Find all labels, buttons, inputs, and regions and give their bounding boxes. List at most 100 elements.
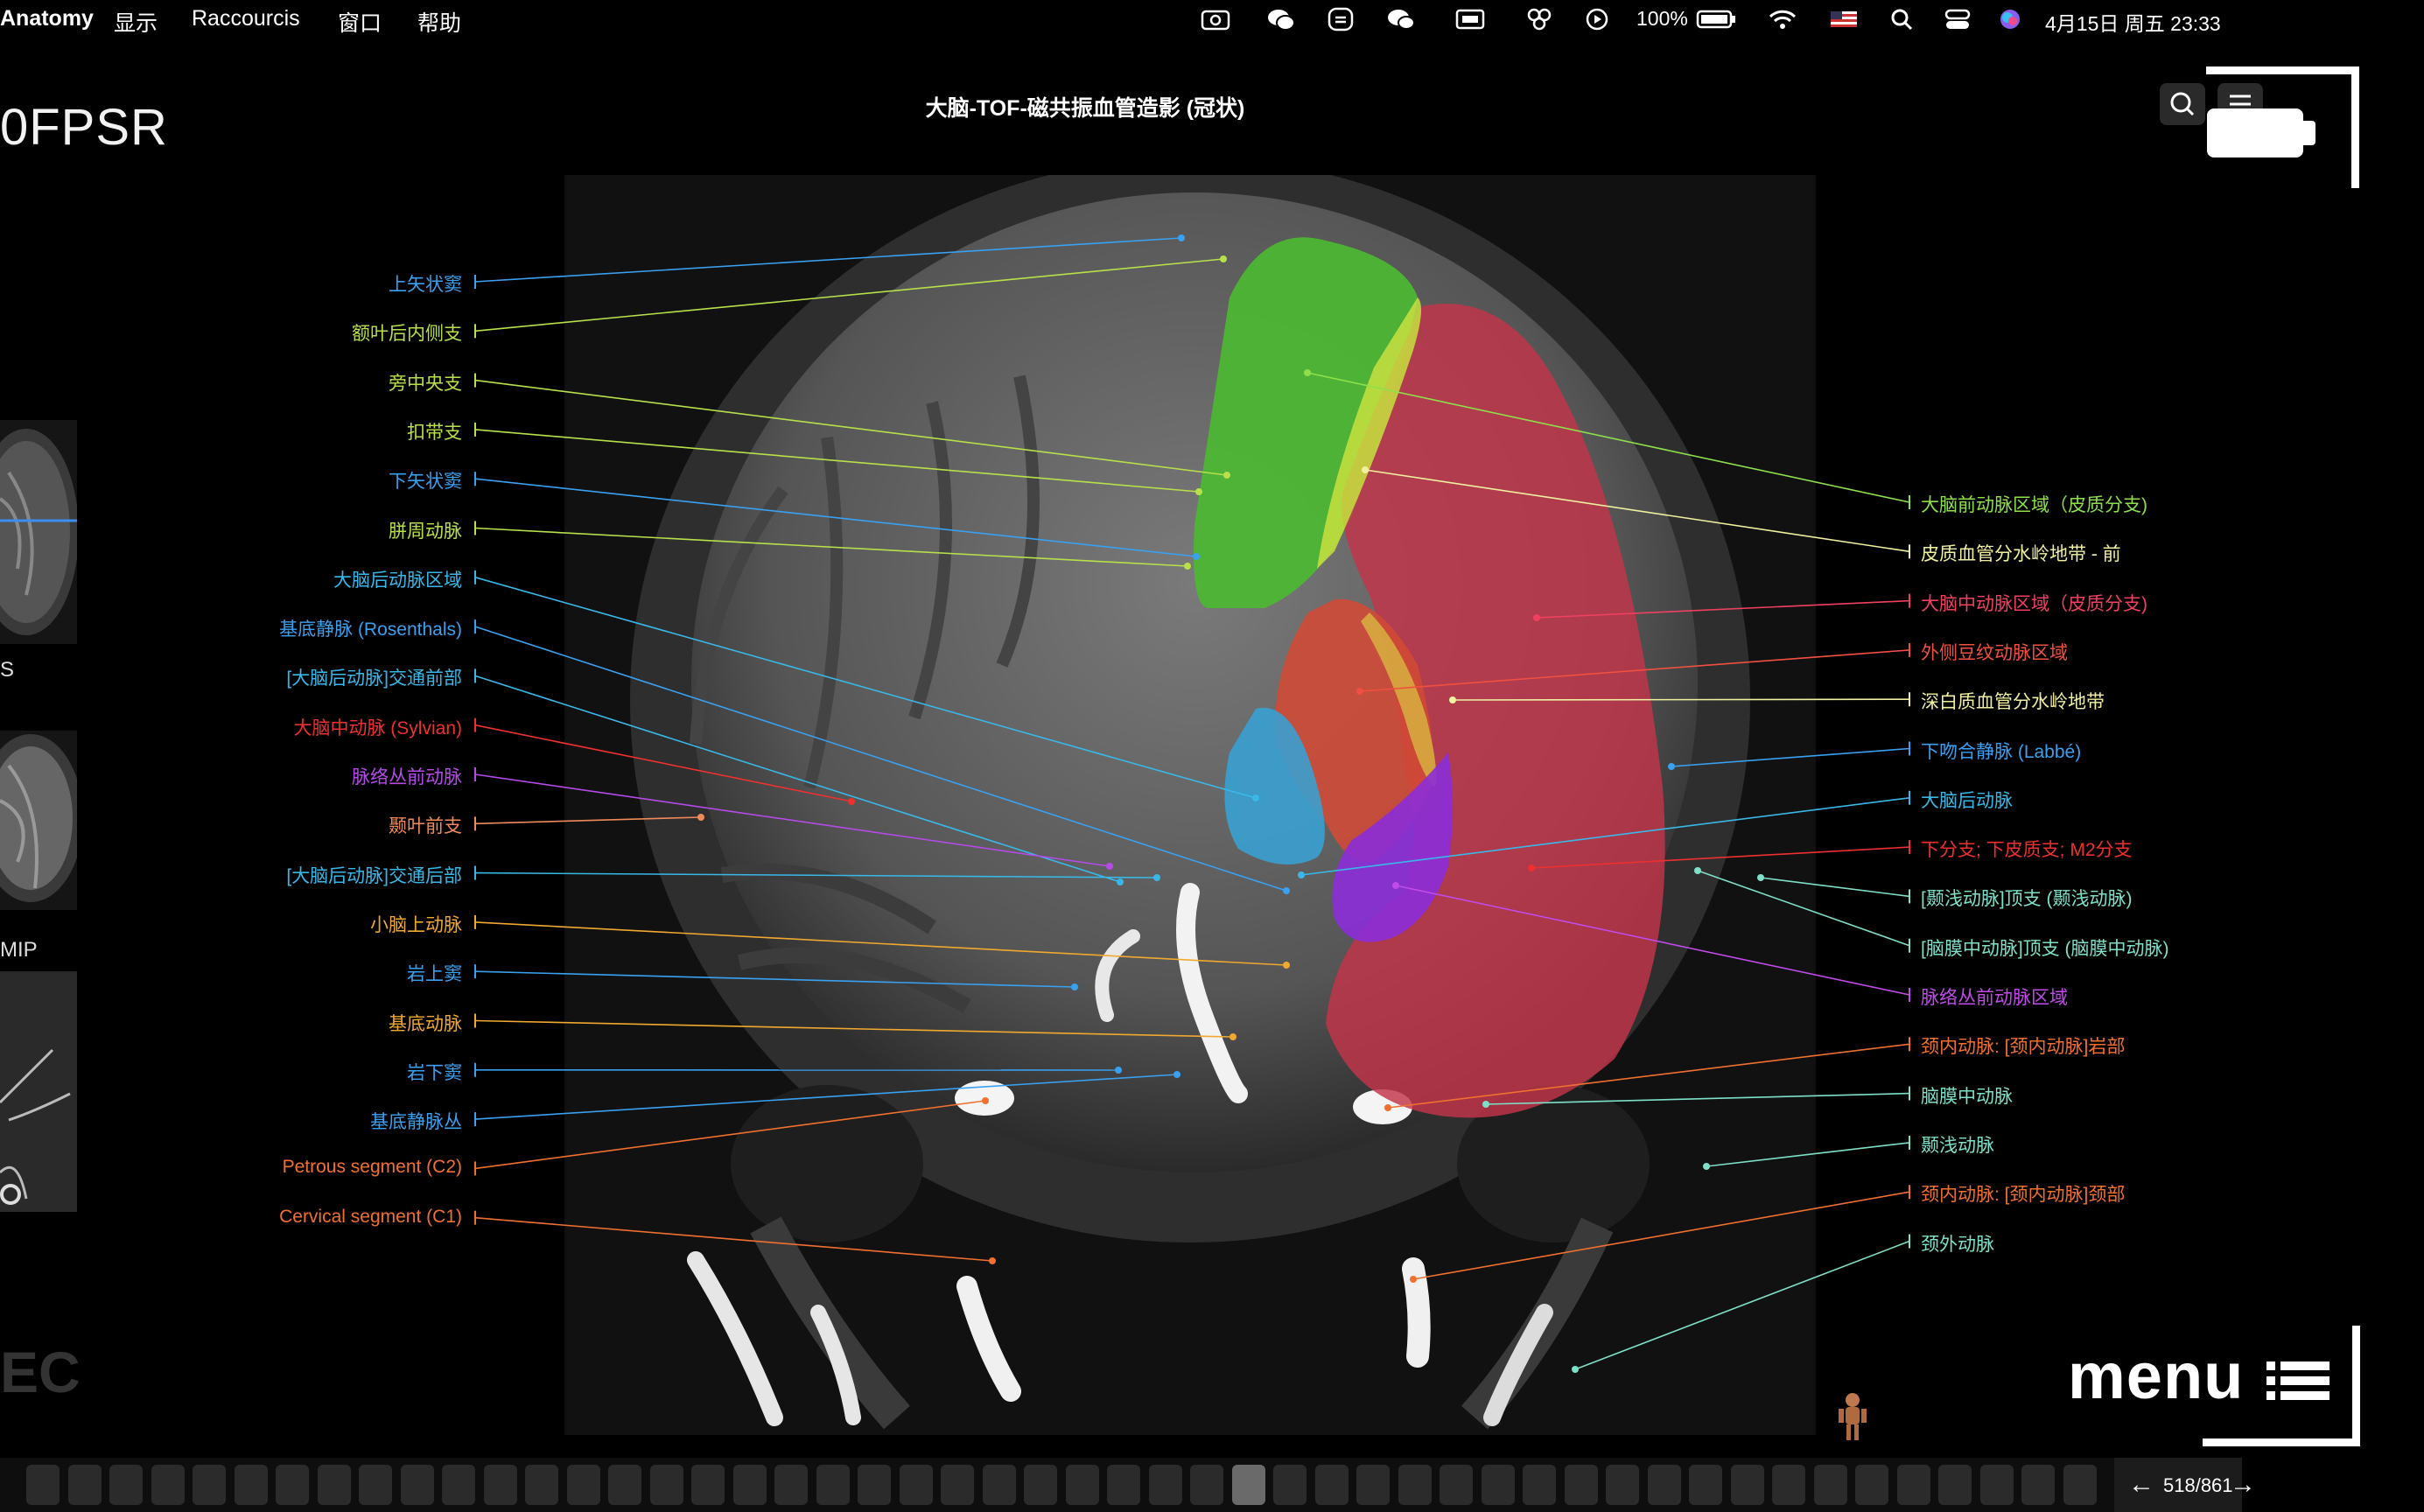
thumbnail-axial[interactable] [0,420,77,644]
filmstrip-thumbnail[interactable] [1148,1465,1182,1505]
filmstrip-thumbnail[interactable] [1273,1465,1307,1505]
mri-coronal-image[interactable] [564,175,1816,1435]
label-right-1[interactable]: 皮质血管分水岭地带 - 前 [1921,540,2121,566]
filmstrip-thumbnail[interactable] [1481,1465,1515,1505]
label-left-11[interactable]: 颞叶前支 [389,812,462,838]
filmstrip-thumbnail[interactable] [1314,1465,1349,1505]
label-right-12[interactable]: 脑膜中动脉 [1921,1082,2013,1109]
filmstrip-thumbnail[interactable] [941,1465,974,1505]
label-right-13[interactable]: 颞浅动脉 [1921,1131,1994,1158]
battery-icon[interactable] [1696,7,1738,32]
wifi-icon[interactable] [1768,7,1797,32]
filmstrip-thumbnail[interactable] [1356,1465,1390,1505]
label-left-4[interactable]: 下矢状窦 [389,467,462,494]
thumbnail-sagittal[interactable] [0,731,77,910]
filmstrip-thumbnail[interactable] [234,1465,268,1505]
filmstrip-thumbnail[interactable] [442,1465,475,1505]
display-icon[interactable] [1455,7,1485,32]
label-left-3[interactable]: 扣带支 [407,418,462,444]
filmstrip-thumbnail[interactable] [2063,1465,2097,1505]
play-circle-icon[interactable] [1582,7,1612,32]
filmstrip-thumbnail[interactable] [1065,1465,1099,1505]
us-flag-icon[interactable] [1829,7,1859,32]
filmstrip-thumbnail[interactable] [816,1465,850,1505]
label-right-4[interactable]: 深白质血管分水岭地带 [1921,688,2105,714]
filmstrip-thumbnail[interactable] [1107,1465,1140,1505]
filmstrip-thumbnail[interactable] [400,1465,434,1505]
label-left-0[interactable]: 上矢状窦 [389,270,462,297]
anatomy-figure-icon[interactable] [1835,1391,1870,1444]
siri-icon[interactable] [1995,7,2025,32]
filmstrip-thumbnail[interactable] [732,1465,767,1505]
label-left-1[interactable]: 额叶后内侧支 [352,319,462,346]
label-right-3[interactable]: 外侧豆纹动脉区域 [1921,639,2068,665]
label-left-6[interactable]: 大脑后动脉区域 [333,566,462,592]
search-button[interactable] [2160,83,2205,125]
pager-next-button[interactable]: → [2230,1470,2256,1500]
pager-prev-button[interactable]: ← [2128,1470,2154,1500]
slice-filmstrip[interactable] [0,1458,2114,1512]
label-left-2[interactable]: 旁中央支 [389,369,462,396]
wechat-icon[interactable] [1266,7,1296,32]
label-left-19[interactable]: Cervical segment (C1) [279,1207,462,1228]
filmstrip-thumbnail[interactable] [1440,1465,1473,1505]
label-left-12[interactable]: [大脑后动脉]交通后部 [286,862,462,888]
label-left-10[interactable]: 脉络丛前动脉 [352,763,462,789]
filmstrip-thumbnail[interactable] [1523,1465,1556,1505]
label-left-8[interactable]: [大脑后动脉]交通前部 [286,664,462,690]
filmstrip-thumbnail[interactable] [774,1465,808,1505]
label-left-18[interactable]: Petrous segment (C2) [283,1157,462,1178]
filmstrip-thumbnail[interactable] [649,1465,683,1505]
label-right-11[interactable]: 颈内动脉: [颈内动脉]岩部 [1921,1032,2125,1059]
filmstrip-thumbnail[interactable] [1647,1465,1681,1505]
camera-icon[interactable] [1201,7,1230,32]
label-right-2[interactable]: 大脑中动脉区域（皮质分支) [1921,590,2147,616]
label-left-7[interactable]: 基底静脉 (Rosenthals) [279,615,462,641]
filmstrip-thumbnail[interactable] [1772,1465,1805,1505]
menubar-item-shortcuts[interactable]: Raccourcis [192,6,300,32]
filmstrip-thumbnail[interactable] [109,1465,143,1505]
filmstrip-thumbnail[interactable] [1896,1465,1930,1505]
filmstrip-thumbnail[interactable] [26,1465,60,1505]
filmstrip-thumbnail[interactable] [1564,1465,1598,1505]
filmstrip-thumbnail[interactable] [608,1465,641,1505]
filmstrip-thumbnail[interactable] [1231,1465,1265,1505]
label-right-15[interactable]: 颈外动脉 [1921,1230,1994,1256]
control-center-icon[interactable] [1943,7,1972,32]
filmstrip-thumbnail[interactable] [317,1465,351,1505]
wechat-work-icon[interactable] [1386,7,1416,32]
menubar-app-name[interactable]: Anatomy [0,6,94,32]
label-left-17[interactable]: 基底静脉丛 [370,1108,462,1134]
search-icon[interactable] [1888,7,1917,32]
filmstrip-thumbnail[interactable] [67,1465,102,1505]
filmstrip-thumbnail[interactable] [151,1465,185,1505]
label-left-9[interactable]: 大脑中动脉 (Sylvian) [293,714,462,740]
filmstrip-thumbnail[interactable] [1398,1465,1432,1505]
filmstrip-thumbnail[interactable] [2021,1465,2055,1505]
label-right-8[interactable]: [颞浅动脉]顶支 (颞浅动脉) [1921,885,2133,911]
label-right-6[interactable]: 大脑后动脉 [1921,787,2013,813]
filmstrip-thumbnail[interactable] [276,1465,309,1505]
label-left-5[interactable]: 胼周动脉 [389,517,462,543]
label-right-14[interactable]: 颈内动脉: [颈内动脉]颈部 [1921,1180,2125,1207]
filmstrip-thumbnail[interactable] [1979,1465,2014,1505]
label-left-15[interactable]: 基底动脉 [389,1010,462,1036]
menubar-item-help[interactable]: 帮助 [417,6,461,38]
filmstrip-thumbnail[interactable] [359,1465,392,1505]
label-left-13[interactable]: 小脑上动脉 [370,911,462,937]
label-right-5[interactable]: 下吻合静脉 (Labbé) [1921,738,2081,764]
label-left-14[interactable]: 岩上窦 [407,960,462,986]
thumbnail-mip[interactable] [0,971,77,1212]
app-icon[interactable] [1326,7,1356,32]
filmstrip-thumbnail[interactable] [1606,1465,1639,1505]
filmstrip-thumbnail[interactable] [483,1465,517,1505]
filmstrip-thumbnail[interactable] [1938,1465,1972,1505]
filmstrip-thumbnail[interactable] [1689,1465,1722,1505]
label-left-16[interactable]: 岩下窦 [407,1059,462,1085]
filmstrip-thumbnail[interactable] [1730,1465,1764,1505]
filmstrip-thumbnail[interactable] [525,1465,558,1505]
filmstrip-thumbnail[interactable] [691,1465,725,1505]
label-right-0[interactable]: 大脑前动脉区域（皮质分支) [1921,491,2147,517]
filmstrip-thumbnail[interactable] [1813,1465,1847,1505]
filmstrip-thumbnail[interactable] [982,1465,1016,1505]
